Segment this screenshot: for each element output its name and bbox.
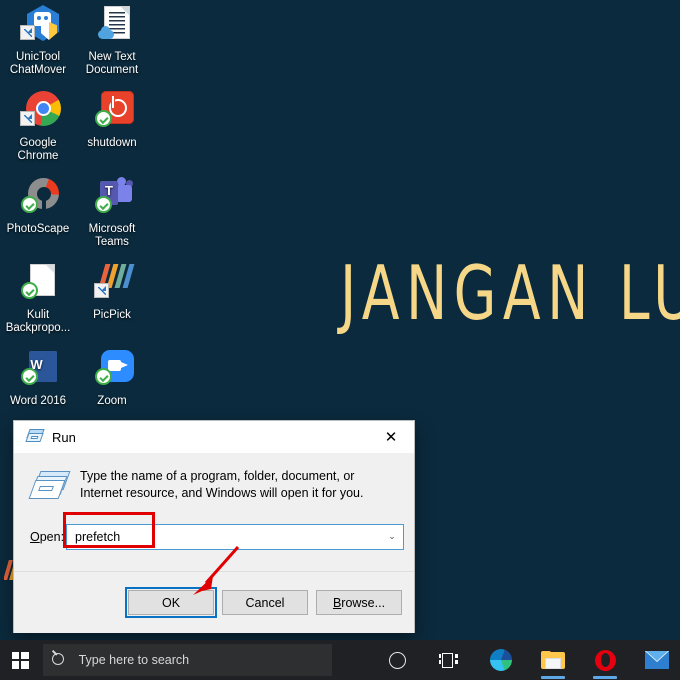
document-icon: [14, 262, 62, 306]
run-dialog-description: Type the name of a program, folder, docu…: [80, 468, 398, 504]
taskbar-search-box[interactable]: Type here to search: [43, 644, 332, 676]
desktop-icon-label: Google Chrome: [0, 137, 76, 163]
desktop-icon-label: shutdown: [74, 137, 150, 150]
taskbar[interactable]: Type here to search: [0, 640, 680, 680]
search-icon: [43, 644, 75, 676]
run-dialog[interactable]: Run ✕ Type the name of a program, folder…: [14, 421, 414, 632]
google-chrome-icon: [14, 90, 62, 134]
desktop-icon-word-2016[interactable]: Word 2016: [0, 348, 76, 408]
cancel-button[interactable]: Cancel: [222, 590, 308, 615]
run-dialog-description-row: Type the name of a program, folder, docu…: [14, 454, 414, 504]
desktop-icon-new-text-document[interactable]: New Text Document: [74, 4, 150, 77]
text-document-icon: [88, 4, 136, 48]
desktop-icon-kulit-backpropo[interactable]: Kulit Backpropo...: [0, 262, 76, 335]
zoom-icon: [88, 348, 136, 392]
start-button[interactable]: [0, 640, 41, 680]
green-check-badge-icon: [21, 282, 38, 299]
green-check-badge-icon: [21, 196, 38, 213]
desktop-icon-microsoft-teams[interactable]: Microsoft Teams: [74, 176, 150, 249]
search-placeholder: Type here to search: [79, 653, 189, 667]
mail-icon[interactable]: [634, 640, 680, 680]
chevron-down-icon[interactable]: ⌄: [381, 525, 403, 549]
run-dialog-title: Run: [52, 430, 76, 445]
desktop-icon-zoom[interactable]: Zoom: [74, 348, 150, 408]
active-app-indicator: [593, 676, 617, 679]
run-open-row: Open: prefetch ⌄: [14, 524, 414, 550]
run-large-icon: [30, 470, 70, 504]
microsoft-teams-icon: [88, 176, 136, 220]
run-icon: [26, 429, 44, 445]
microsoft-edge-icon[interactable]: [478, 640, 524, 680]
desktop-icon-label: PhotoScape: [0, 223, 76, 236]
shortcut-arrow-icon: [20, 25, 35, 40]
cortana-icon[interactable]: [374, 640, 420, 680]
microsoft-word-icon: [14, 348, 62, 392]
desktop-icon-picpick[interactable]: PicPick: [74, 262, 150, 322]
close-icon[interactable]: ✕: [368, 421, 414, 453]
photoscape-icon: [14, 176, 62, 220]
wallpaper-text: JANGAN LUPA: [340, 250, 680, 338]
windows-logo-icon: [12, 652, 29, 669]
opera-icon[interactable]: [582, 640, 628, 680]
green-check-badge-icon: [21, 368, 38, 385]
unictool-chatmover-icon: [14, 4, 62, 48]
desktop-icon-label: UnicTool ChatMover: [0, 51, 76, 77]
run-dialog-body: Type the name of a program, folder, docu…: [14, 454, 414, 633]
green-check-badge-icon: [95, 368, 112, 385]
desktop-icon-label: Zoom: [74, 395, 150, 408]
browse-button[interactable]: Browse...: [316, 590, 402, 615]
task-view-icon[interactable]: [426, 640, 472, 680]
green-check-badge-icon: [95, 196, 112, 213]
desktop-icon-unictool-chatmover[interactable]: UnicTool ChatMover: [0, 4, 76, 77]
desktop-icon-label: PicPick: [74, 309, 150, 322]
desktop[interactable]: JANGAN LUPA UnicTool ChatMover: [0, 0, 680, 640]
ok-button[interactable]: OK: [128, 590, 214, 615]
shortcut-arrow-icon: [20, 111, 35, 126]
shutdown-power-icon: [88, 90, 136, 134]
desktop-icon-photoscape[interactable]: PhotoScape: [0, 176, 76, 236]
picpick-icon: [88, 262, 136, 306]
active-app-indicator: [541, 676, 565, 679]
open-label: Open:: [30, 530, 64, 544]
desktop-icon-label: New Text Document: [74, 51, 150, 77]
desktop-icon-label: Kulit Backpropo...: [0, 309, 76, 335]
run-dialog-footer: OK Cancel Browse...: [14, 571, 414, 633]
desktop-icon-label: Word 2016: [0, 395, 76, 408]
file-explorer-icon[interactable]: [530, 640, 576, 680]
green-check-badge-icon: [95, 110, 112, 127]
desktop-icon-label: Microsoft Teams: [74, 223, 150, 249]
open-combobox[interactable]: prefetch ⌄: [66, 524, 404, 550]
taskbar-icon-list: [374, 640, 680, 680]
desktop-icon-google-chrome[interactable]: Google Chrome: [0, 90, 76, 163]
run-dialog-titlebar[interactable]: Run ✕: [14, 421, 414, 454]
open-input[interactable]: prefetch: [67, 530, 381, 544]
shortcut-arrow-icon: [94, 283, 109, 298]
desktop-icon-shutdown[interactable]: shutdown: [74, 90, 150, 150]
